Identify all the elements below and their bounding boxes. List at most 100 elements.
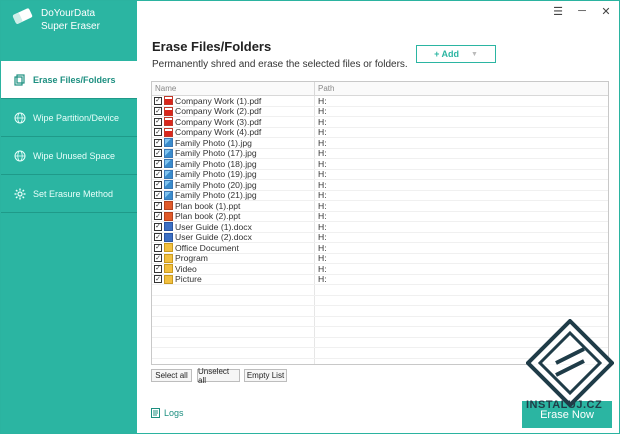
file-path: H: [318,127,327,138]
page-title: Erase Files/Folders [152,39,272,54]
jpg-file-icon [164,180,173,190]
empty-table-row [152,306,608,317]
window-controls: ☰ ─ ✕ [551,5,613,18]
row-checkbox[interactable]: ✓ [154,180,162,189]
file-name: Company Work (2).pdf [175,106,262,117]
table-row[interactable]: ✓ Family Photo (18).jpg H: [152,159,608,170]
table-row[interactable]: ✓ Company Work (4).pdf H: [152,127,608,138]
pdf-file-icon [164,106,173,116]
unselect-all-button[interactable]: Unselect all [197,367,240,385]
name-cell: ✓ Family Photo (1).jpg [152,138,315,148]
jpg-file-icon [164,148,173,158]
row-checkbox[interactable]: ✓ [154,149,162,158]
row-checkbox[interactable]: ✓ [154,243,162,252]
folder-file-icon [164,253,173,263]
table-row[interactable]: ✓ Company Work (1).pdf H: [152,96,608,107]
table-row[interactable]: ✓ Plan book (2).ppt H: [152,211,608,222]
close-icon[interactable]: ✕ [599,5,613,18]
table-row[interactable]: ✓ Office Document H: [152,243,608,254]
docx-file-icon [164,222,173,232]
name-cell: ✓ Plan book (1).ppt [152,201,315,211]
table-row[interactable]: ✓ Family Photo (1).jpg H: [152,138,608,149]
file-path: H: [318,148,327,159]
sidebar-item-label: Wipe Unused Space [33,150,116,161]
table-row[interactable]: ✓ Video H: [152,264,608,275]
gear-icon [13,187,27,201]
table-row[interactable]: ✓ Company Work (2).pdf H: [152,106,608,117]
file-path: H: [318,137,327,148]
row-checkbox[interactable]: ✓ [154,275,162,284]
table-row[interactable]: ✓ Family Photo (20).jpg H: [152,180,608,191]
table-row[interactable]: ✓ Plan book (1).ppt H: [152,201,608,212]
minimize-icon[interactable]: ─ [575,5,589,18]
file-path: H: [318,106,327,117]
column-header-name[interactable]: Name [152,82,315,95]
file-path: H: [318,116,327,127]
name-cell: ✓ Program [152,253,315,263]
row-checkbox[interactable]: ✓ [154,170,162,179]
pdf-file-icon [164,117,173,127]
row-checkbox[interactable]: ✓ [154,222,162,231]
name-cell: ✓ Family Photo (18).jpg [152,159,315,169]
logs-link[interactable]: Logs [151,408,184,418]
sidebar-item-label: Set Erasure Method [33,188,114,199]
add-button-label: + Add [434,49,459,59]
table-row[interactable]: ✓ Family Photo (21).jpg H: [152,190,608,201]
file-path: H: [318,274,327,285]
column-header-path[interactable]: Path [315,82,334,95]
menu-icon[interactable]: ☰ [551,5,565,18]
row-checkbox[interactable]: ✓ [154,128,162,137]
table-row[interactable]: ✓ Company Work (3).pdf H: [152,117,608,128]
add-button[interactable]: + Add ▼ [416,45,496,63]
row-checkbox[interactable]: ✓ [154,117,162,126]
file-path: H: [318,253,327,264]
name-cell: ✓ Family Photo (20).jpg [152,180,315,190]
globe-icon [13,111,27,125]
sidebar: DoYourData Super Eraser Erase Files/Fold… [1,1,137,433]
globe-icon [13,149,27,163]
empty-cell [152,337,315,347]
table-header: Name Path [152,82,608,96]
sidebar-item-set-erasure-method[interactable]: Set Erasure Method [1,175,137,212]
row-checkbox[interactable]: ✓ [154,96,162,105]
empty-cell [152,285,315,295]
name-cell: ✓ User Guide (1).docx [152,222,315,232]
table-row[interactable]: ✓ User Guide (2).docx H: [152,232,608,243]
folder-file-icon [164,274,173,284]
row-checkbox[interactable]: ✓ [154,212,162,221]
table-row[interactable]: ✓ Family Photo (19).jpg H: [152,169,608,180]
name-cell: ✓ Picture [152,274,315,284]
file-name: Company Work (1).pdf [175,95,262,106]
file-path: H: [318,158,327,169]
empty-list-button[interactable]: Empty List [244,369,287,382]
table-row[interactable]: ✓ Family Photo (17).jpg H: [152,148,608,159]
empty-cell [152,306,315,316]
file-path: H: [318,263,327,274]
row-checkbox[interactable]: ✓ [154,138,162,147]
sidebar-item-wipe-unused-space[interactable]: Wipe Unused Space [1,137,137,174]
docx-file-icon [164,232,173,242]
log-document-icon [151,408,160,418]
file-name: Family Photo (19).jpg [175,169,257,180]
table-row[interactable]: ✓ Program H: [152,253,608,264]
sidebar-item-wipe-partition-device[interactable]: Wipe Partition/Device [1,99,137,136]
copy-files-icon [13,73,27,87]
chevron-down-icon[interactable]: ▼ [471,51,478,58]
row-checkbox[interactable]: ✓ [154,233,162,242]
table-row[interactable]: ✓ Picture H: [152,274,608,285]
row-checkbox[interactable]: ✓ [154,254,162,263]
row-checkbox[interactable]: ✓ [154,107,162,116]
table-row[interactable]: ✓ User Guide (1).docx H: [152,222,608,233]
row-checkbox[interactable]: ✓ [154,264,162,273]
row-checkbox[interactable]: ✓ [154,191,162,200]
brand: DoYourData Super Eraser [1,1,137,61]
empty-cell [152,327,315,337]
sidebar-item-erase-files-folders[interactable]: Erase Files/Folders [1,61,137,98]
select-all-button[interactable]: Select all [151,369,192,382]
name-cell: ✓ User Guide (2).docx [152,232,315,242]
name-cell: ✓ Video [152,264,315,274]
sidebar-nav: Erase Files/Folders Wipe Partition/Device… [1,61,137,213]
row-checkbox[interactable]: ✓ [154,201,162,210]
row-checkbox[interactable]: ✓ [154,159,162,168]
file-path: H: [318,221,327,232]
